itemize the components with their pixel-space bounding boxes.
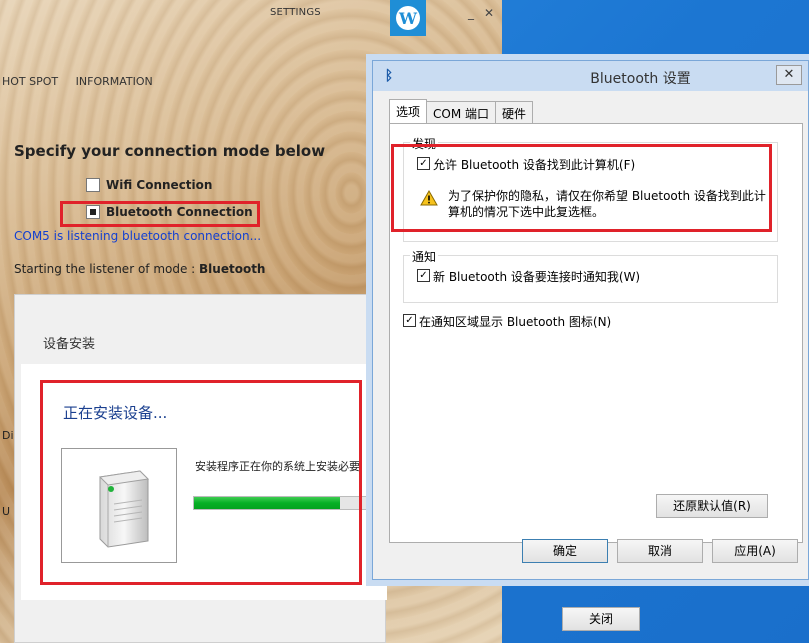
restore-defaults-button[interactable]: 还原默认值(R) bbox=[656, 494, 768, 518]
install-close-button[interactable]: 关闭 bbox=[562, 607, 640, 631]
notify-checkbox-row[interactable]: ✓ 新 Bluetooth 设备要连接时通知我(W) bbox=[417, 268, 640, 285]
wifi-mode-label: Wifi Connection bbox=[106, 178, 213, 192]
highlight-box-bluetooth bbox=[60, 201, 260, 227]
tab-options[interactable]: 选项 bbox=[389, 99, 428, 123]
install-dialog-title: 设备安装 bbox=[43, 337, 96, 352]
bt-tabs: 选项 COM 端口 硬件 bbox=[389, 99, 534, 125]
app-logo: W bbox=[390, 0, 426, 36]
logo-icon: W bbox=[396, 6, 420, 30]
highlight-box-discovery bbox=[391, 144, 772, 232]
wifi-mode-option[interactable]: Wifi Connection bbox=[86, 178, 212, 192]
wifi-radio[interactable] bbox=[86, 178, 100, 192]
cancel-button[interactable]: 取消 bbox=[617, 539, 703, 563]
listener-prefix: Starting the listener of mode : bbox=[14, 262, 200, 276]
mode-heading: Specify your connection mode below bbox=[14, 142, 326, 160]
nav-information[interactable]: INFORMATION bbox=[76, 75, 153, 88]
side-text-u: U bbox=[2, 505, 11, 518]
side-text-di: Di bbox=[2, 429, 14, 442]
nav-hot-spot[interactable]: HOT SPOT bbox=[2, 75, 58, 88]
app-title: SETTINGS bbox=[270, 7, 321, 18]
tab-com-ports[interactable]: COM 端口 bbox=[426, 101, 497, 123]
show-icon-label: 在通知区域显示 Bluetooth 图标(N) bbox=[419, 315, 612, 329]
highlight-box-install bbox=[40, 380, 362, 585]
bt-dialog-title: Bluetooth 设置 bbox=[590, 71, 691, 87]
bt-close-button[interactable]: ✕ bbox=[776, 65, 802, 85]
bt-titlebar: ᛒ Bluetooth 设置 ✕ bbox=[373, 61, 808, 91]
notify-group-label: 通知 bbox=[410, 248, 439, 265]
com-status-text: COM5 is listening bluetooth connection..… bbox=[14, 229, 262, 243]
show-icon-checkbox-row[interactable]: ✓ 在通知区域显示 Bluetooth 图标(N) bbox=[403, 313, 611, 330]
show-icon-checkbox[interactable]: ✓ bbox=[403, 314, 416, 327]
close-icon[interactable]: ✕ bbox=[481, 6, 497, 20]
notify-checkbox[interactable]: ✓ bbox=[417, 269, 430, 282]
app-nav: HOT SPOT INFORMATION bbox=[2, 75, 167, 88]
tab-hardware[interactable]: 硬件 bbox=[495, 101, 534, 123]
notify-label: 新 Bluetooth 设备要连接时通知我(W) bbox=[433, 270, 641, 284]
minimize-icon[interactable]: _ bbox=[463, 6, 479, 20]
ok-button[interactable]: 确定 bbox=[522, 539, 608, 563]
listener-mode: Bluetooth bbox=[199, 262, 266, 276]
apply-button[interactable]: 应用(A) bbox=[712, 539, 798, 563]
listener-status: Starting the listener of mode : Bluetoot… bbox=[14, 262, 265, 276]
